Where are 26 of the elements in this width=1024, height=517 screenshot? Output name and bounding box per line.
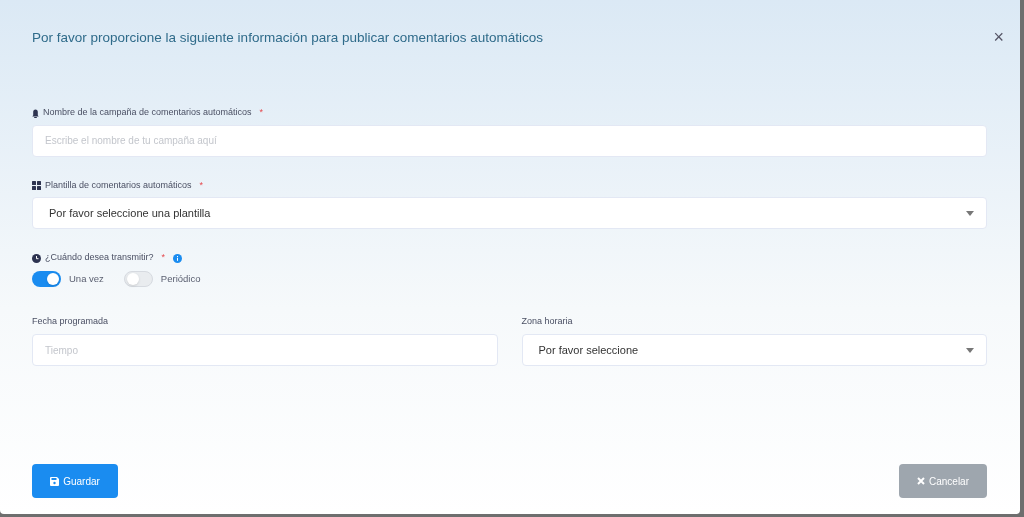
dialog-title: Por favor proporcione la siguiente información para publicar comentarios automáticos <box>32 29 544 47</box>
select-field[interactable]: Por favor seleccione una plantilla <box>32 197 987 230</box>
caret-icon <box>966 210 974 216</box>
required-mark: * <box>259 106 264 120</box>
bell-icon <box>32 108 39 118</box>
field-label: Fecha programada <box>32 314 110 328</box>
select-field[interactable]: Por favor seleccione <box>521 334 987 367</box>
grid-icon <box>32 181 41 190</box>
toggle-label: Periódico <box>160 271 201 286</box>
close-icon <box>917 477 925 485</box>
field-label: Plantilla de comentarios automáticos <box>45 178 192 192</box>
toggle-switch[interactable] <box>123 270 153 287</box>
field-label: ¿Cuándo desea transmitir? <box>45 251 154 265</box>
toggle-label: Una vez <box>69 271 104 286</box>
close-button[interactable]: × <box>993 28 1004 46</box>
campaign-name-field[interactable]: Escribe el nombre de tu campaña aquí <box>32 124 987 157</box>
required-mark: * <box>161 251 166 265</box>
caret-icon <box>966 347 974 353</box>
required-mark: * <box>199 178 204 192</box>
field-label: Zona horaria <box>521 314 574 328</box>
date-field[interactable]: Tiempo <box>32 334 498 367</box>
save-button[interactable]: Guardar <box>32 464 118 498</box>
clock-icon <box>32 253 41 263</box>
field-label: Nombre de la campaña de comentarios automáticos <box>43 106 252 120</box>
toggle-switch[interactable] <box>32 270 61 287</box>
info-icon <box>173 253 183 263</box>
